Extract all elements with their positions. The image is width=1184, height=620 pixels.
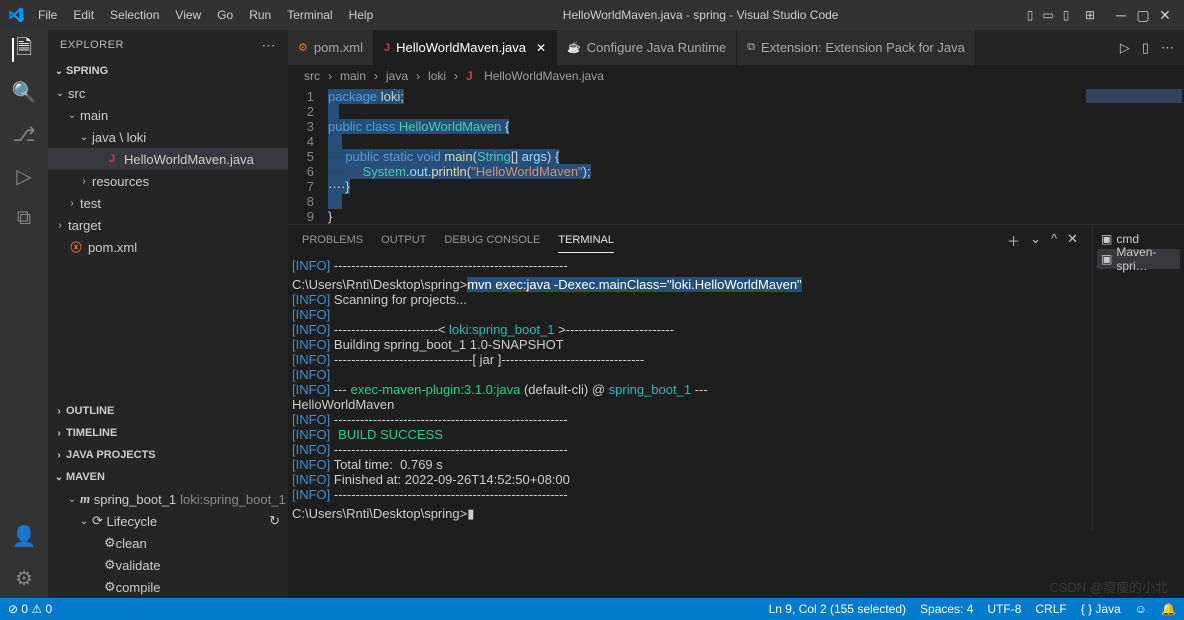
maximize-button[interactable]: ▢ xyxy=(1132,7,1154,24)
menu-help[interactable]: Help xyxy=(343,6,380,24)
section-spring[interactable]: ⌄SPRING xyxy=(48,60,288,82)
maven-module[interactable]: ⌄m spring_boot_1loki:spring_boot_1 xyxy=(48,488,288,510)
tab-helloworld[interactable]: JHelloWorldMaven.java✕ xyxy=(374,30,557,65)
status-cursor-position[interactable]: Ln 9, Col 2 (155 selected) xyxy=(769,602,906,616)
sidebar-title: EXPLORER xyxy=(60,39,124,51)
menu-go[interactable]: Go xyxy=(211,6,239,24)
title-bar: File Edit Selection View Go Run Terminal… xyxy=(0,0,1184,30)
status-spaces[interactable]: Spaces: 4 xyxy=(920,602,973,616)
terminal-list: ▣cmd ▣Maven-spri… xyxy=(1092,225,1184,530)
tree-folder-src[interactable]: ⌄src xyxy=(48,82,288,104)
tree-file-pom[interactable]: ⓧpom.xml xyxy=(48,236,288,258)
layout-controls: ▯ ▭ ▯ ⊞ xyxy=(1022,8,1102,22)
tree-folder-main[interactable]: ⌄main xyxy=(48,104,288,126)
vscode-logo-icon xyxy=(8,7,24,23)
explorer-icon[interactable]: 🗎 xyxy=(12,38,36,62)
section-outline[interactable]: ›OUTLINE xyxy=(48,400,288,422)
panel-tab-output[interactable]: OUTPUT xyxy=(381,228,426,252)
menu-file[interactable]: File xyxy=(32,6,63,24)
tab-java-runtime[interactable]: ☕Configure Java Runtime xyxy=(557,30,737,65)
menu-view[interactable]: View xyxy=(169,6,207,24)
tab-extension-pack[interactable]: ⧉Extension: Extension Pack for Java xyxy=(737,30,976,65)
maven-goal-validate[interactable]: ⚙ validate xyxy=(48,554,288,576)
close-window-button[interactable]: ✕ xyxy=(1154,7,1176,24)
split-editor-icon[interactable]: ▯ xyxy=(1142,40,1149,56)
source-control-icon[interactable]: ⎇ xyxy=(12,122,36,146)
section-timeline[interactable]: ›TIMELINE xyxy=(48,422,288,444)
close-tab-icon[interactable]: ✕ xyxy=(536,41,546,55)
panel-tab-debug[interactable]: DEBUG CONSOLE xyxy=(444,228,540,252)
maximize-panel-icon[interactable]: ^ xyxy=(1051,231,1057,250)
sidebar: EXPLORER ⋯ ⌄SPRING ⌄src ⌄main ⌄java \ lo… xyxy=(48,30,288,598)
toggle-secondary-sidebar-icon[interactable]: ▯ xyxy=(1058,8,1074,22)
editor-area: ⚙pom.xml JHelloWorldMaven.java✕ ☕Configu… xyxy=(288,30,1184,598)
refresh-icon[interactable]: ↻ xyxy=(269,513,280,529)
new-terminal-icon[interactable]: ＋ xyxy=(1007,231,1020,250)
file-tree: ⌄src ⌄main ⌄java \ loki JHelloWorldMaven… xyxy=(48,82,288,258)
minimize-button[interactable]: ─ xyxy=(1110,7,1132,23)
panel-tab-terminal[interactable]: TERMINAL xyxy=(558,228,614,253)
maven-goal-compile[interactable]: ⚙ compile xyxy=(48,576,288,598)
status-bell-icon[interactable]: 🔔 xyxy=(1161,602,1176,616)
toggle-panel-icon[interactable]: ▭ xyxy=(1040,8,1056,22)
tree-folder-javaloki[interactable]: ⌄java \ loki xyxy=(48,126,288,148)
window-title: HelloWorldMaven.java - spring - Visual S… xyxy=(379,8,1022,22)
tree-file-helloworld[interactable]: JHelloWorldMaven.java xyxy=(48,148,288,170)
status-encoding[interactable]: UTF-8 xyxy=(987,602,1021,616)
extensions-icon[interactable]: ⧉ xyxy=(12,206,36,230)
status-feedback-icon[interactable]: ☺ xyxy=(1135,602,1147,616)
breadcrumb[interactable]: src main java loki J HelloWorldMaven.jav… xyxy=(288,65,1184,87)
tree-folder-test[interactable]: ›test xyxy=(48,192,288,214)
menu-terminal[interactable]: Terminal xyxy=(281,6,338,24)
terminal-maven[interactable]: ▣Maven-spri… xyxy=(1097,249,1180,269)
tree-folder-target[interactable]: ›target xyxy=(48,214,288,236)
activity-bar: 🗎 🔍 ⎇ ▷ ⧉ 👤 ⚙ xyxy=(0,30,48,598)
run-code-icon[interactable]: ▷ xyxy=(1120,40,1130,56)
panel-tab-problems[interactable]: PROBLEMS xyxy=(302,228,363,252)
line-numbers: 123456789 xyxy=(288,89,328,224)
run-debug-icon[interactable]: ▷ xyxy=(12,164,36,188)
maven-lifecycle[interactable]: ⌄⟳ Lifecycle↻ xyxy=(48,510,288,532)
tab-pom[interactable]: ⚙pom.xml xyxy=(288,30,374,65)
terminal-dropdown-icon[interactable]: ⌄ xyxy=(1030,231,1041,250)
menu-selection[interactable]: Selection xyxy=(104,6,165,24)
status-bar: ⊘ 0 ⚠ 0 Ln 9, Col 2 (155 selected) Space… xyxy=(0,598,1184,620)
sidebar-more-icon[interactable]: ⋯ xyxy=(262,37,277,54)
section-java-projects[interactable]: ›JAVA PROJECTS xyxy=(48,444,288,466)
more-actions-icon[interactable]: ⋯ xyxy=(1161,40,1174,56)
settings-gear-icon[interactable]: ⚙ xyxy=(12,566,36,590)
section-maven[interactable]: ⌄MAVEN xyxy=(48,466,288,488)
close-panel-icon[interactable]: ✕ xyxy=(1067,231,1078,250)
menu-edit[interactable]: Edit xyxy=(67,6,100,24)
terminal-icon: ▣ xyxy=(1101,232,1112,246)
window-controls: ─ ▢ ✕ xyxy=(1110,7,1176,24)
accounts-icon[interactable]: 👤 xyxy=(12,524,36,548)
customize-layout-icon[interactable]: ⊞ xyxy=(1082,8,1098,22)
minimap[interactable] xyxy=(1084,87,1184,217)
search-icon[interactable]: 🔍 xyxy=(12,80,36,104)
terminal-output[interactable]: [INFO] ---------------------------------… xyxy=(288,255,1092,530)
tree-folder-resources[interactable]: ›resources xyxy=(48,170,288,192)
menu-run[interactable]: Run xyxy=(243,6,277,24)
editor-tabs: ⚙pom.xml JHelloWorldMaven.java✕ ☕Configu… xyxy=(288,30,1184,65)
bottom-panel: PROBLEMS OUTPUT DEBUG CONSOLE TERMINAL ＋… xyxy=(288,224,1184,530)
status-remote[interactable]: ⊘ 0 ⚠ 0 xyxy=(8,602,52,616)
toggle-primary-sidebar-icon[interactable]: ▯ xyxy=(1022,8,1038,22)
panel-tabs: PROBLEMS OUTPUT DEBUG CONSOLE TERMINAL ＋… xyxy=(288,225,1092,255)
status-eol[interactable]: CRLF xyxy=(1035,602,1066,616)
terminal-icon: ▣ xyxy=(1101,252,1112,266)
code-editor[interactable]: 123456789 package loki; public class Hel… xyxy=(288,87,1184,224)
menu-bar: File Edit Selection View Go Run Terminal… xyxy=(32,6,379,24)
maven-goal-clean[interactable]: ⚙ clean xyxy=(48,532,288,554)
status-language[interactable]: { } Java xyxy=(1081,602,1121,616)
